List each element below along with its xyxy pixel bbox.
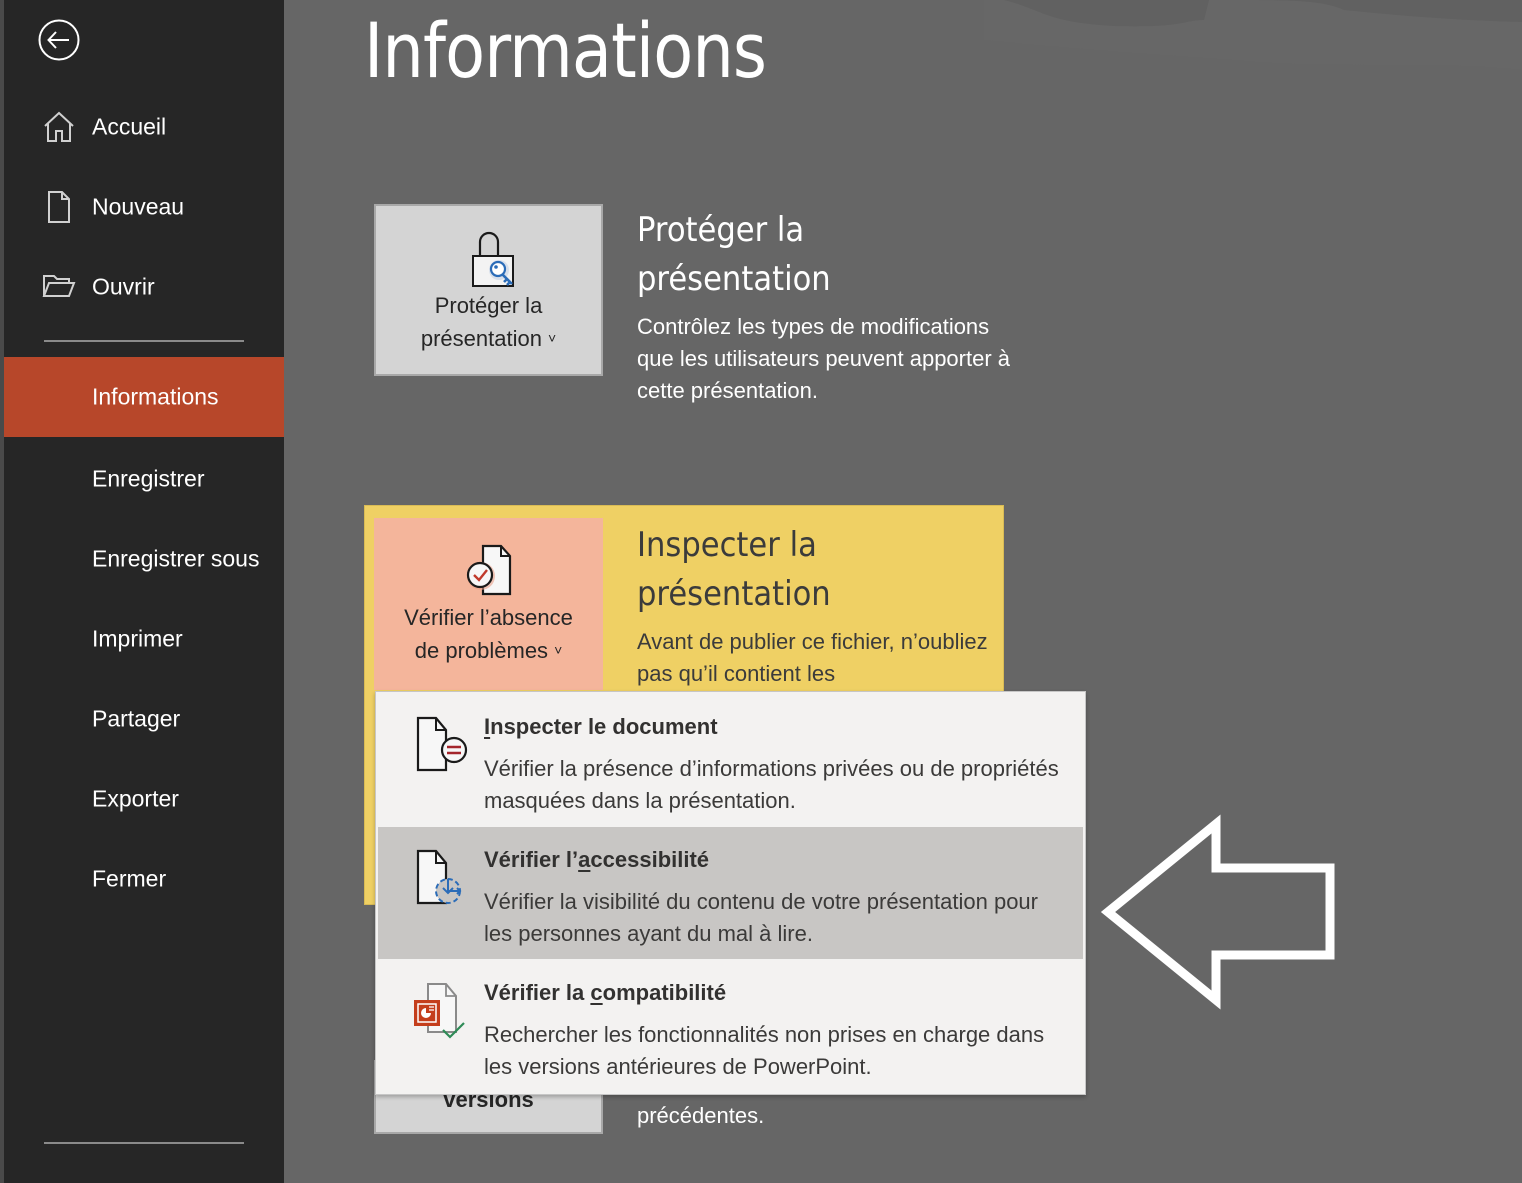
- sidebar-item-label: Partager: [92, 705, 181, 732]
- check-issues-label-line2: de problèmes: [414, 638, 549, 663]
- protect-presentation-button[interactable]: Protéger la présentation ˅: [374, 204, 603, 376]
- menu-item-title: Inspecter le document: [484, 714, 718, 739]
- sidebar-item-label: Nouveau: [92, 193, 185, 220]
- check-issues-label-line1: Vérifier l’absence: [404, 605, 573, 630]
- menu-item-check-accessibility[interactable]: Vérifier l’accessibilité Vérifier la vis…: [378, 827, 1083, 959]
- sidebar-item-label: Imprimer: [92, 625, 183, 652]
- lock-key-icon: [471, 231, 514, 287]
- chevron-down-icon: ˅: [547, 330, 557, 346]
- protect-button-label-line1: Protéger la: [434, 293, 543, 318]
- protect-button-label-line2: présentation: [420, 326, 542, 351]
- document-check-icon: [466, 544, 511, 596]
- protect-title-line2: présentation: [637, 259, 831, 299]
- menu-item-title: Vérifier la compatibilité: [484, 980, 727, 1005]
- menu-item-description: Rechercher les fonctionnalités non prise…: [484, 1022, 1045, 1079]
- menu-item-title: Vérifier l’accessibilité: [484, 847, 710, 872]
- new-document-icon: [48, 191, 70, 223]
- sidebar-item-nouveau[interactable]: Nouveau: [4, 167, 284, 247]
- pointer-arrow-left-icon: [1100, 814, 1335, 1010]
- sidebar-item-label: Informations: [92, 383, 219, 410]
- sidebar-item-fermer[interactable]: Fermer: [4, 839, 284, 919]
- sidebar-item-label: Ouvrir: [92, 273, 155, 300]
- sidebar-item-label: Fermer: [92, 865, 167, 892]
- sidebar-item-label: Enregistrer: [92, 465, 205, 492]
- sidebar-item-enregistrer[interactable]: Enregistrer: [4, 439, 284, 519]
- back-button[interactable]: [38, 19, 80, 61]
- chevron-down-icon: ˅: [554, 642, 563, 658]
- protect-title-line1: Protéger la: [637, 210, 805, 250]
- sidebar-item-ouvrir[interactable]: Ouvrir: [4, 247, 284, 327]
- inspect-title-line2: présentation: [637, 574, 831, 614]
- sidebar-item-enregistrer-sous[interactable]: Enregistrer sous: [4, 519, 284, 599]
- sidebar-item-label: Enregistrer sous: [92, 545, 260, 572]
- page-title: Informations: [364, 6, 767, 95]
- menu-item-inspect-document[interactable]: Inspecter le document Vérifier la présen…: [378, 694, 1083, 826]
- accessibility-check-icon: [416, 849, 462, 905]
- sidebar-divider: [44, 1142, 244, 1144]
- sidebar-item-partager[interactable]: Partager: [4, 679, 284, 759]
- sidebar-item-accueil[interactable]: Accueil: [4, 87, 284, 167]
- sidebar-item-label: Accueil: [92, 113, 167, 140]
- menu-item-description: Vérifier la visibilité du contenu de vot…: [484, 889, 1038, 946]
- protect-section-description: Contrôlez les types de modifications que…: [637, 314, 1011, 403]
- backstage-sidebar: Accueil Nouveau Ouvrir Informations Enre…: [4, 0, 284, 1183]
- sidebar-item-imprimer[interactable]: Imprimer: [4, 599, 284, 679]
- versions-section-description: précédentes.: [637, 1103, 765, 1128]
- inspect-document-icon: [416, 716, 468, 772]
- check-issues-dropdown-menu: Inspecter le document Vérifier la présen…: [375, 691, 1086, 1095]
- menu-item-check-compatibility[interactable]: Vérifier la compatibilité Rechercher les…: [378, 960, 1083, 1092]
- sidebar-item-label: Exporter: [92, 785, 179, 812]
- protect-section-title: Protéger la présentation: [637, 206, 831, 304]
- sidebar-divider: [44, 340, 244, 342]
- arrow-left-circle-icon: [38, 19, 80, 61]
- compatibility-check-icon: [414, 983, 465, 1039]
- sidebar-item-exporter[interactable]: Exporter: [4, 759, 284, 839]
- sidebar-item-informations[interactable]: Informations: [4, 357, 284, 437]
- inspect-section-title: Inspecter la présentation: [637, 521, 831, 619]
- open-folder-icon: [42, 275, 76, 297]
- check-for-issues-button[interactable]: Vérifier l’absence de problèmes ˅: [374, 518, 603, 690]
- inspect-title-line1: Inspecter la: [637, 525, 817, 565]
- menu-item-description: Vérifier la présence d’informations priv…: [484, 756, 1059, 813]
- home-icon: [44, 111, 74, 142]
- inspect-section-description: Avant de publier ce fichier, n’oubliez p…: [637, 629, 988, 686]
